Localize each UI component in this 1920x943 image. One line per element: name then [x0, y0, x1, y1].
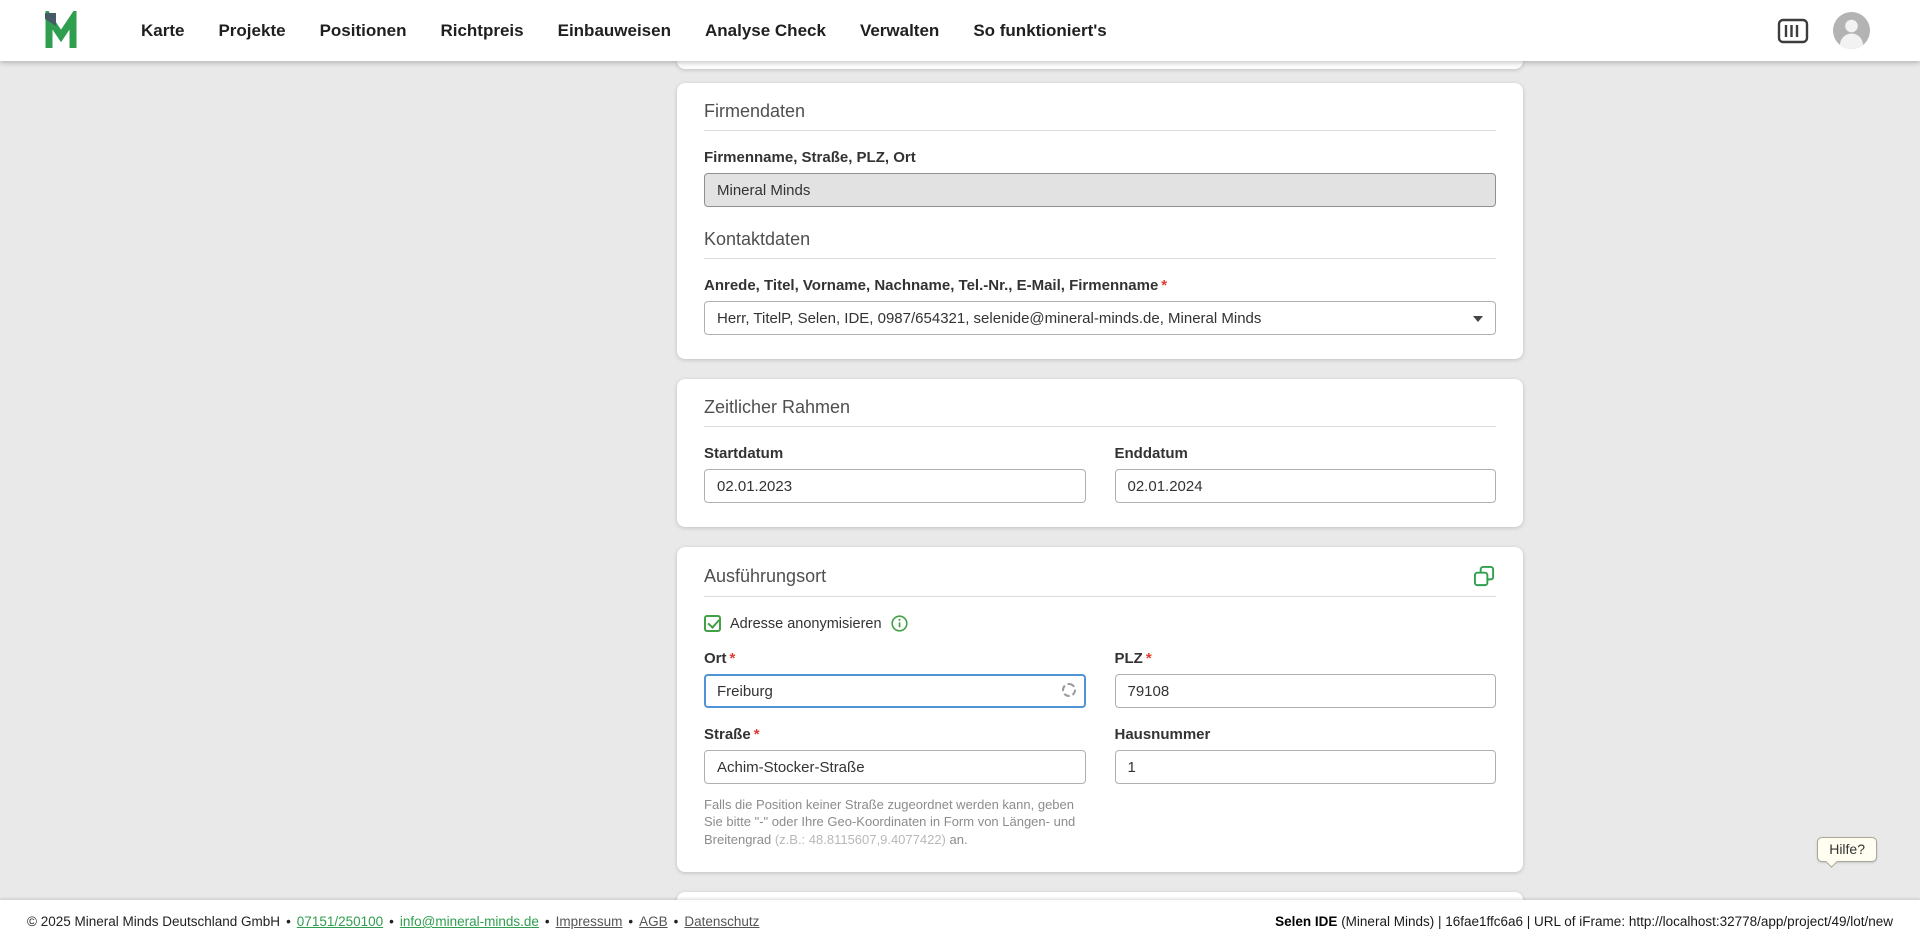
- footer-separator: •: [628, 914, 633, 929]
- footer-separator: •: [545, 914, 550, 929]
- loading-spinner-icon: [1062, 683, 1076, 697]
- nav-item-richtpreis[interactable]: Richtpreis: [440, 21, 523, 41]
- firmendaten-title: Firmendaten: [704, 101, 1496, 122]
- date-fields-row: Startdatum Enddatum: [704, 445, 1496, 503]
- hausnummer-input[interactable]: [1115, 750, 1497, 784]
- main-navigation: Karte Projekte Positionen Richtpreis Ein…: [141, 21, 1107, 41]
- footer-app-name: Selen IDE: [1275, 914, 1337, 929]
- copy-icon[interactable]: [1473, 565, 1496, 588]
- mineral-minds-logo-icon: [44, 11, 84, 51]
- plz-label: PLZ*: [1115, 650, 1497, 667]
- zeitlicher-rahmen-card: Zeitlicher Rahmen Startdatum Enddatum: [677, 379, 1523, 527]
- strasse-label-text: Straße: [704, 726, 751, 743]
- hint-coordinates-example: (z.B.: 48.8115607,9.4077422): [775, 832, 946, 847]
- enddatum-input[interactable]: [1115, 469, 1497, 503]
- street-hint-text: Falls die Position keiner Straße zugeord…: [704, 796, 1086, 848]
- hausnummer-label: Hausnummer: [1115, 726, 1497, 743]
- plz-field: PLZ*: [1115, 650, 1497, 708]
- ausfuehrungsort-card: Ausführungsort Adresse anonymisieren: [677, 547, 1523, 872]
- footer-copyright: © 2025 Mineral Minds Deutschland GmbH: [27, 914, 280, 929]
- ort-field: Ort*: [704, 650, 1086, 708]
- ort-label: Ort*: [704, 650, 1086, 667]
- footer-debug-info: Selen IDE (Mineral Minds) | 16fae1ffc6a6…: [1275, 914, 1893, 929]
- brand-logo[interactable]: [44, 11, 84, 51]
- server-icon-button[interactable]: [1777, 18, 1809, 44]
- footer-phone-link[interactable]: 07151/250100: [297, 914, 383, 929]
- ort-input-wrap: [704, 674, 1086, 708]
- startdatum-label: Startdatum: [704, 445, 1086, 462]
- footer-separator: •: [389, 914, 394, 929]
- page: Karte Projekte Positionen Richtpreis Ein…: [0, 0, 1920, 943]
- divider: [704, 426, 1496, 427]
- help-button[interactable]: Hilfe?: [1817, 837, 1877, 862]
- card-above-partial: [677, 61, 1523, 69]
- strasse-field: Straße*: [704, 726, 1086, 784]
- company-field-label: Firmenname, Straße, PLZ, Ort: [704, 149, 1496, 166]
- required-marker: *: [730, 650, 736, 667]
- footer-email-link[interactable]: info@mineral-minds.de: [400, 914, 539, 929]
- required-marker: *: [1161, 277, 1167, 294]
- footer-separator: •: [286, 914, 291, 929]
- startdatum-field: Startdatum: [704, 445, 1086, 503]
- anonymize-label: Adresse anonymisieren: [730, 616, 882, 632]
- contact-select-wrap: Herr, TitelP, Selen, IDE, 0987/654321, s…: [704, 301, 1496, 335]
- nav-item-einbauweisen[interactable]: Einbauweisen: [558, 21, 671, 41]
- hausnummer-field: Hausnummer: [1115, 726, 1497, 784]
- nav-item-so-funktionierts[interactable]: So funktioniert's: [973, 21, 1106, 41]
- company-field-label-text: Firmenname, Straße, PLZ, Ort: [704, 149, 916, 166]
- required-marker: *: [1146, 650, 1152, 667]
- divider: [704, 130, 1496, 131]
- hint-part2: an.: [946, 832, 968, 847]
- plz-input[interactable]: [1115, 674, 1497, 708]
- contact-field-label: Anrede, Titel, Vorname, Nachname, Tel.-N…: [704, 277, 1496, 294]
- divider: [704, 596, 1496, 597]
- ort-label-text: Ort: [704, 650, 727, 667]
- strasse-input[interactable]: [704, 750, 1086, 784]
- footer-debug-text: (Mineral Minds) | 16fae1ffc6a6 | URL of …: [1337, 914, 1893, 929]
- footer-datenschutz-link[interactable]: Datenschutz: [684, 914, 759, 929]
- top-navbar: Karte Projekte Positionen Richtpreis Ein…: [0, 0, 1920, 61]
- contact-select[interactable]: Herr, TitelP, Selen, IDE, 0987/654321, s…: [704, 301, 1496, 335]
- ausfuehrungsort-header: Ausführungsort: [704, 565, 1496, 588]
- anonymize-row: Adresse anonymisieren: [704, 615, 1496, 632]
- nav-item-karte[interactable]: Karte: [141, 21, 184, 41]
- company-input[interactable]: [704, 173, 1496, 207]
- info-icon[interactable]: [891, 615, 908, 632]
- footer-agb-link[interactable]: AGB: [639, 914, 668, 929]
- divider: [704, 258, 1496, 259]
- ausfuehrungsort-title: Ausführungsort: [704, 566, 826, 587]
- nav-item-analyse-check[interactable]: Analyse Check: [705, 21, 826, 41]
- form-content-column: Firmendaten Firmenname, Straße, PLZ, Ort…: [677, 61, 1523, 943]
- server-icon: [1777, 18, 1809, 44]
- footer-impressum-link[interactable]: Impressum: [556, 914, 623, 929]
- user-avatar-icon: [1833, 12, 1870, 49]
- nav-item-projekte[interactable]: Projekte: [218, 21, 285, 41]
- zeitlicher-rahmen-title: Zeitlicher Rahmen: [704, 397, 1496, 418]
- user-avatar-button[interactable]: [1833, 12, 1870, 49]
- ort-input[interactable]: [704, 674, 1086, 708]
- required-marker: *: [754, 726, 760, 743]
- footer-separator: •: [674, 914, 679, 929]
- anonymize-checkbox[interactable]: [704, 615, 721, 632]
- footer-left: © 2025 Mineral Minds Deutschland GmbH • …: [27, 914, 759, 929]
- startdatum-input[interactable]: [704, 469, 1086, 503]
- address-fields-grid: Ort* PLZ* Straße*: [704, 650, 1496, 848]
- nav-item-positionen[interactable]: Positionen: [320, 21, 407, 41]
- footer: © 2025 Mineral Minds Deutschland GmbH • …: [0, 900, 1920, 943]
- navbar-right-controls: [1777, 12, 1870, 49]
- firmendaten-card: Firmendaten Firmenname, Straße, PLZ, Ort…: [677, 83, 1523, 359]
- kontaktdaten-title: Kontaktdaten: [704, 229, 1496, 250]
- nav-item-verwalten[interactable]: Verwalten: [860, 21, 939, 41]
- enddatum-field: Enddatum: [1115, 445, 1497, 503]
- strasse-label: Straße*: [704, 726, 1086, 743]
- plz-label-text: PLZ: [1115, 650, 1143, 667]
- contact-field-label-text: Anrede, Titel, Vorname, Nachname, Tel.-N…: [704, 277, 1158, 294]
- enddatum-label: Enddatum: [1115, 445, 1497, 462]
